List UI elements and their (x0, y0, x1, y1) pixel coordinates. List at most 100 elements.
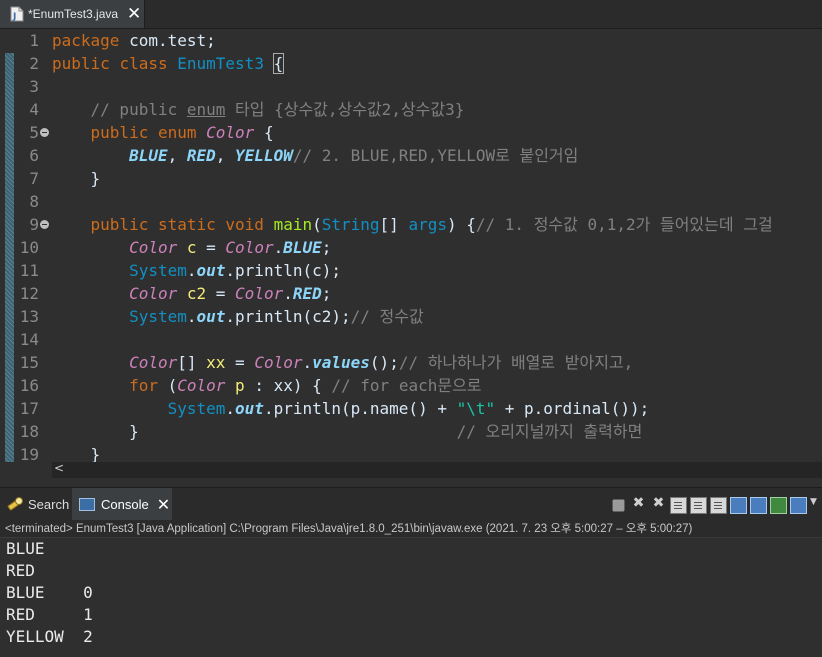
code-line[interactable]: 17 System.out.println(p.name() + "\t" + … (0, 397, 822, 420)
code-token: String (321, 215, 380, 234)
code-text: Color c = Color.BLUE; (52, 236, 331, 259)
show-on-stdout-icon[interactable] (730, 496, 747, 514)
tab-search[interactable]: Search (0, 488, 72, 520)
code-token: System (129, 261, 187, 280)
code-token: } (52, 422, 457, 441)
code-token: . (186, 307, 197, 326)
flashlight-icon (6, 495, 24, 513)
code-token: // 2. BLUE,RED,YELLOW로 붙인거임 (292, 146, 579, 165)
code-text: public enum Color { (52, 121, 274, 144)
code-token: package (52, 31, 120, 50)
code-token: c2 (186, 284, 207, 303)
code-line[interactable]: 10 Color c = Color.BLUE; (0, 236, 822, 259)
code-editor[interactable]: 1 package com.test; 2 public class EnumTest… (0, 29, 822, 462)
code-token: RED (292, 284, 322, 303)
code-text: System.out.println(p.name() + "\t" + p.o… (52, 397, 650, 420)
scroll-left-icon[interactable]: < (54, 461, 64, 475)
code-text: } // 오리지널까지 출력하면 (52, 420, 642, 443)
console-output-line: RED 1 (6, 605, 93, 624)
code-line[interactable]: 2 public class EnumTest3 { (0, 52, 822, 75)
editor-tab-enumtest3[interactable]: J *EnumTest3.java ✕ (0, 0, 145, 28)
line-number: 2 (29, 54, 39, 73)
code-line[interactable]: 1 package com.test; (0, 29, 822, 52)
display-console-icon[interactable] (790, 496, 807, 514)
code-line[interactable]: 9 public static void main(String[] args)… (0, 213, 822, 236)
remove-all-terminated-icon[interactable]: ✖ (650, 495, 667, 514)
line-number: 16 (19, 376, 39, 395)
code-token: // 오리지널까지 출력하면 (456, 422, 643, 441)
scroll-lock-icon[interactable] (690, 496, 707, 514)
remove-launch-icon[interactable]: ✖ (630, 495, 647, 514)
pin-console-icon[interactable] (770, 496, 787, 514)
console-tab-bar: Search Console ✕ ✖ ✖ ▼ (0, 487, 822, 520)
code-token: Color (235, 284, 284, 303)
code-token: com.test; (119, 31, 216, 50)
tab-console-label: Console (101, 496, 149, 512)
code-line[interactable]: 12 Color c2 = Color.RED; (0, 282, 822, 305)
code-line[interactable]: 5 public enum Color { (0, 121, 822, 144)
code-token: Color (225, 238, 274, 257)
close-icon[interactable]: ✕ (157, 495, 170, 514)
chevron-down-icon[interactable]: ▼ (810, 497, 818, 514)
code-token: Color (177, 376, 226, 395)
tab-console[interactable]: Console ✕ (72, 488, 172, 520)
code-line[interactable]: 4 // public enum 타입 {상수값,상수값2,상수값3} (0, 98, 822, 121)
tab-search-label: Search (28, 496, 70, 512)
code-token: , (167, 146, 187, 165)
fold-collapse-icon[interactable] (40, 128, 49, 137)
console-toolbar: ✖ ✖ ▼ (610, 495, 818, 515)
code-token: . (283, 284, 293, 303)
code-token: { (254, 123, 274, 142)
code-line[interactable]: 16 for (Color p : xx) { // for each문으로 (0, 374, 822, 397)
line-number: 6 (29, 146, 39, 165)
code-token: System (167, 399, 226, 418)
code-token: ( (157, 376, 178, 395)
code-token: public (90, 123, 149, 142)
show-on-stderr-icon[interactable] (750, 496, 767, 514)
code-line[interactable]: 7 } (0, 167, 822, 190)
editor-tab-title: *EnumTest3.java (28, 7, 119, 21)
code-token: = (225, 353, 255, 372)
close-icon[interactable]: ✕ (127, 5, 141, 23)
code-line[interactable]: 8 (0, 190, 822, 213)
line-number: 19 (19, 445, 39, 462)
code-token: ( (312, 215, 322, 234)
line-number: 7 (29, 169, 39, 188)
code-line[interactable]: 3 (0, 75, 822, 98)
line-number: 15 (19, 353, 39, 372)
code-token: Color (206, 123, 255, 142)
horizontal-scrollbar[interactable]: < (52, 461, 822, 478)
word-wrap-icon[interactable] (710, 496, 727, 514)
code-line[interactable]: 13 System.out.println(c2);// 정수값 (0, 305, 822, 328)
code-line[interactable]: 11 System.out.println(c); (0, 259, 822, 282)
code-line[interactable]: 14 (0, 328, 822, 351)
code-token: // public (90, 100, 187, 119)
terminate-icon[interactable] (612, 499, 625, 511)
code-token: YELLOW (235, 146, 293, 165)
code-token: 타입 {상수값,상수값2,상수값3} (225, 100, 465, 119)
code-line[interactable]: 18 } // 오리지널까지 출력하면 (0, 420, 822, 443)
code-line[interactable]: 15 Color[] xx = Color.values();// 하나하나가 … (0, 351, 822, 374)
code-token: void (225, 215, 264, 234)
code-token: .println(p.name() + (263, 399, 457, 418)
line-number: 4 (29, 100, 39, 119)
console-output-line: RED (6, 561, 35, 580)
console-status-line: <terminated> EnumTest3 [Java Application… (0, 520, 822, 538)
fold-collapse-icon[interactable] (40, 220, 49, 229)
code-token: .println(c2); (225, 307, 351, 326)
code-token: Color (129, 353, 178, 372)
console-output[interactable]: BLUE RED BLUE 0 RED 1 YELLOW 2 (0, 538, 822, 657)
java-file-icon: J (10, 6, 24, 22)
code-line[interactable]: 6 BLUE, RED, YELLOW// 2. BLUE,RED,YELLOW… (0, 144, 822, 167)
code-line[interactable]: 19 } (0, 443, 822, 462)
clear-console-icon[interactable] (670, 496, 687, 514)
